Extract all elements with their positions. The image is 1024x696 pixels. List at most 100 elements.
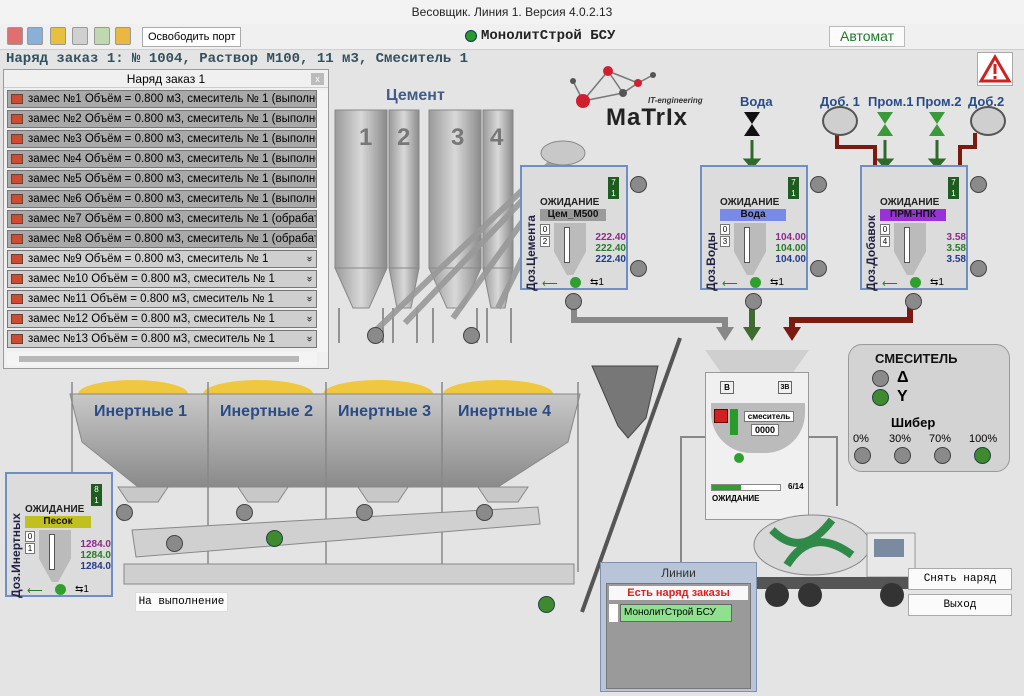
mixer-unit[interactable]: В 3В смеситель 0000 6/14 ОЖИДАНИЕ xyxy=(705,372,809,520)
water-discharge-valve[interactable] xyxy=(745,293,762,310)
mixer-b-button[interactable]: В xyxy=(720,381,734,394)
additives-doser[interactable]: Доз.Добавок 71 ОЖИДАНИЕ ПРМ-НПК 0 4 3.58… xyxy=(860,165,968,291)
delta-indicator[interactable] xyxy=(872,370,889,387)
conveyor-status[interactable] xyxy=(266,530,283,547)
order-batch-item[interactable]: замес №3 Объём = 0.800 м3, смеситель № 1… xyxy=(7,130,317,148)
calculator-icon[interactable] xyxy=(94,27,110,45)
mixer-truck-image xyxy=(752,514,917,607)
water-value-1: 104.00 xyxy=(775,232,806,243)
exit-button[interactable]: Выход xyxy=(908,594,1012,616)
lines-panel-title: Линии xyxy=(661,566,696,580)
inert-material: Песок xyxy=(25,516,91,528)
order-batch-item[interactable]: замес №5 Объём = 0.800 м3, смеситель № 1… xyxy=(7,170,317,188)
vertical-scrollbar[interactable] xyxy=(317,90,328,352)
gate-button-70[interactable] xyxy=(934,447,951,464)
inert-gate-2[interactable] xyxy=(236,504,253,521)
warning-button[interactable] xyxy=(977,52,1013,86)
water-doser[interactable]: Доз.Воды 71 ОЖИДАНИЕ Вода 0 3 104.00 104… xyxy=(700,165,808,291)
additives-value-1: 3.58 xyxy=(946,232,966,243)
upsilon-indicator[interactable] xyxy=(872,389,889,406)
mixer-3b-button[interactable]: 3В xyxy=(778,381,792,394)
batch-icon xyxy=(11,134,23,144)
order-batch-item[interactable]: замес №8 Объём = 0.800 м3, смеситель № 1… xyxy=(7,230,317,248)
mixer-leg-right xyxy=(836,436,838,506)
inert-value-1: 1284.0 xyxy=(80,539,111,550)
users-icon[interactable] xyxy=(27,27,43,45)
remove-order-button[interactable]: Снять наряд заказ xyxy=(908,568,1012,605)
inert-step[interactable]: ⇆1 xyxy=(75,584,89,595)
water-step[interactable]: ⇆1 xyxy=(770,277,784,288)
line-item[interactable]: МонолитСтрой БСУ xyxy=(620,604,732,622)
inert-gate-4[interactable] xyxy=(476,504,493,521)
settings-icon[interactable] xyxy=(72,27,88,45)
auto-mode-button[interactable]: Автомат xyxy=(829,26,906,47)
silo-4-label: 4 xyxy=(490,124,504,151)
expand-chevron-icon[interactable]: » xyxy=(301,336,316,342)
order-panel-title: Наряд заказ 1 xyxy=(4,70,328,88)
order-batch-item[interactable]: замес №4 Объём = 0.800 м3, смеситель № 1… xyxy=(7,150,317,168)
cement-doser[interactable]: Доз.Цемента 71 ОЖИДАНИЕ Цем_М500 0 2 222… xyxy=(520,165,628,291)
conveyor-motor[interactable] xyxy=(166,535,183,552)
horizontal-scrollbar[interactable] xyxy=(7,352,317,366)
order-batch-item[interactable]: замес №9 Объём = 0.800 м3, смеситель № 1… xyxy=(7,250,317,268)
batch-icon xyxy=(11,194,23,204)
additives-arrow-icon[interactable]: ⟵ xyxy=(882,277,898,290)
user-icon[interactable] xyxy=(7,27,23,45)
cement-value-1: 222.40 xyxy=(595,232,626,243)
order-batch-text: замес №10 Объём = 0.800 м3, смеситель № … xyxy=(28,273,275,285)
library-icon[interactable] xyxy=(50,27,66,45)
in-progress-button[interactable]: На выполнение xyxy=(135,592,228,612)
order-batch-item[interactable]: замес №1 Объём = 0.800 м3, смеситель № 1… xyxy=(7,90,317,108)
order-panel: Наряд заказ 1 x замес №1 Объём = 0.800 м… xyxy=(3,69,329,369)
inert-gate-3[interactable] xyxy=(356,504,373,521)
gate-button-0[interactable] xyxy=(854,447,871,464)
inert-value-2: 1284.0 xyxy=(80,550,111,561)
additives-discharge-valve[interactable] xyxy=(905,293,922,310)
inert-gate-1[interactable] xyxy=(116,504,133,521)
order-batch-item[interactable]: замес №7 Объём = 0.800 м3, смеситель № 1… xyxy=(7,210,317,228)
expand-chevron-icon[interactable]: » xyxy=(301,316,316,322)
order-batch-item[interactable]: замес №12 Объём = 0.800 м3, смеситель № … xyxy=(7,310,317,328)
silo-valve-1[interactable] xyxy=(367,327,384,344)
cement-arrow-icon[interactable]: ⟵ xyxy=(542,277,558,290)
expand-chevron-icon[interactable]: » xyxy=(301,276,316,282)
order-batch-item[interactable]: замес №10 Объём = 0.800 м3, смеситель № … xyxy=(7,270,317,288)
mixer-stop-button[interactable] xyxy=(714,409,728,423)
close-panel-button[interactable]: x xyxy=(311,73,324,85)
cement-count-badge: 71 xyxy=(608,177,619,199)
order-batch-item[interactable]: замес №13 Объём = 0.800 м3, смеситель № … xyxy=(7,330,317,348)
inert-count-badge: 81 xyxy=(91,484,102,506)
release-port-button[interactable]: Освободить порт xyxy=(142,27,242,47)
silo-valve-2[interactable] xyxy=(463,327,480,344)
water-arrow-icon[interactable]: ⟵ xyxy=(722,277,738,290)
cement-step[interactable]: ⇆1 xyxy=(590,277,604,288)
order-batch-item[interactable]: замес №2 Объём = 0.800 м3, смеситель № 1… xyxy=(7,110,317,128)
inert-doser[interactable]: Доз.Инертных 81 ОЖИДАНИЕ Песок 0 1 1284.… xyxy=(5,472,113,598)
cement-discharge-valve[interactable] xyxy=(565,293,582,310)
order-batch-text: замес №7 Объём = 0.800 м3, смеситель № 1… xyxy=(28,213,317,225)
order-batch-item[interactable]: замес №11 Объём = 0.800 м3, смеситель № … xyxy=(7,290,317,308)
skip-status[interactable] xyxy=(538,596,555,613)
additive2-pump-icon[interactable] xyxy=(970,106,1006,136)
tools-icon[interactable] xyxy=(115,27,131,45)
inert-arrow-icon[interactable]: ⟵ xyxy=(27,584,43,597)
cement-count-bottom: 1 xyxy=(611,189,616,198)
expand-chevron-icon[interactable]: » xyxy=(301,256,316,262)
order-batch-text: замес №6 Объём = 0.800 м3, смеситель № 1… xyxy=(28,193,317,205)
order-batch-item[interactable]: замес №6 Объём = 0.800 м3, смеситель № 1… xyxy=(7,190,317,208)
mixer-progress-bar xyxy=(711,484,781,491)
lines-status: Есть наряд заказы xyxy=(609,586,748,600)
water-material: Вода xyxy=(720,209,786,221)
expand-chevron-icon[interactable]: » xyxy=(301,296,316,302)
additives-step[interactable]: ⇆1 xyxy=(930,277,944,288)
additive1-pump-icon[interactable] xyxy=(822,106,858,136)
gate-button-100[interactable] xyxy=(974,447,991,464)
additives-doser-label: Доз.Добавок xyxy=(864,215,878,291)
gate-button-30[interactable] xyxy=(894,447,911,464)
cement-indicator-top xyxy=(630,176,647,193)
water-count-bottom: 1 xyxy=(791,189,796,198)
inert-doser-label: Доз.Инертных xyxy=(9,513,23,598)
inert-mini-1: 1 xyxy=(25,543,35,554)
mixer-panel: СМЕСИТЕЛЬ Δ Y Шибер 0% 30% 70% 100% xyxy=(848,344,1010,472)
water-status-led xyxy=(750,277,761,288)
